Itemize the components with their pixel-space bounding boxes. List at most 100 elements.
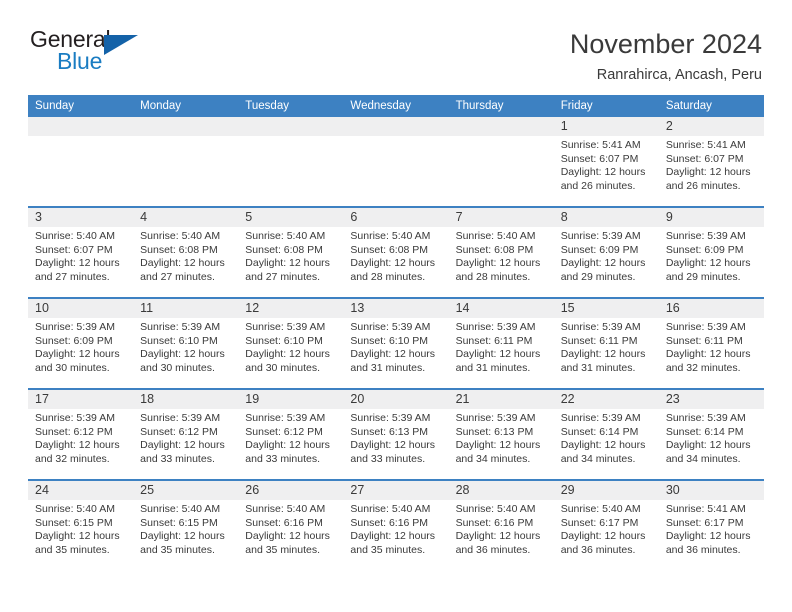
calendar-day-cell[interactable]: 19 Sunrise: 5:39 AM Sunset: 6:12 PM Dayligh… <box>238 390 344 479</box>
calendar-day-cell[interactable]: 8 Sunrise: 5:39 AM Sunset: 6:09 PM Daylight… <box>553 208 659 297</box>
daylight-text-line1: Daylight: 12 hours <box>350 439 436 451</box>
sunrise-text: Sunrise: 5:41 AM <box>665 503 746 515</box>
calendar-week-row: 10 Sunrise: 5:39 AM Sunset: 6:09 PM Dayligh… <box>28 297 764 388</box>
day-details: Sunrise: 5:39 AM Sunset: 6:10 PM Daylight:… <box>238 318 343 375</box>
calendar-day-cell[interactable]: 22 Sunrise: 5:39 AM Sunset: 6:14 PM Dayligh… <box>553 390 659 479</box>
daylight-text-line1: Daylight: 12 hours <box>35 348 120 360</box>
daylight-text-line2: and 31 minutes. <box>455 361 531 374</box>
calendar-day-cell[interactable]: 10 Sunrise: 5:39 AM Sunset: 6:09 PM Dayligh… <box>28 299 134 388</box>
calendar-day-cell[interactable]: 2 Sunrise: 5:41 AM Sunset: 6:07 PM Daylight… <box>658 117 764 206</box>
weekday-header-row: Sunday Monday Tuesday Wednesday Thursday… <box>28 95 764 117</box>
weekday-header-thursday: Thursday <box>455 100 504 112</box>
daylight-text-line1: Daylight: 12 hours <box>665 530 751 542</box>
weekday-header-friday: Friday <box>560 100 593 112</box>
day-details: Sunrise: 5:39 AM Sunset: 6:12 PM Daylight:… <box>28 409 133 466</box>
sunset-text: Sunset: 6:15 PM <box>35 516 113 529</box>
day-details: Sunrise: 5:39 AM Sunset: 6:14 PM Daylight:… <box>659 409 764 466</box>
calendar-day-cell[interactable]: 27 Sunrise: 5:40 AM Sunset: 6:16 PM Dayligh… <box>343 481 449 570</box>
day-details: Sunrise: 5:40 AM Sunset: 6:16 PM Daylight:… <box>449 500 554 557</box>
sunrise-text: Sunrise: 5:39 AM <box>35 412 115 424</box>
calendar-week-row: 3 Sunrise: 5:40 AM Sunset: 6:07 PM Daylight… <box>28 206 764 297</box>
sunset-text: Sunset: 6:12 PM <box>35 425 113 438</box>
calendar-day-cell[interactable]: 26 Sunrise: 5:40 AM Sunset: 6:16 PM Dayligh… <box>238 481 344 570</box>
day-number: 25 <box>133 481 239 500</box>
sunset-text: Sunset: 6:13 PM <box>350 425 429 438</box>
daylight-text-line1: Daylight: 12 hours <box>455 530 541 542</box>
calendar-day-cell[interactable]: 3 Sunrise: 5:40 AM Sunset: 6:07 PM Daylight… <box>28 208 134 297</box>
daylight-text-line2: and 30 minutes. <box>35 361 110 374</box>
calendar-day-cell[interactable]: 15 Sunrise: 5:39 AM Sunset: 6:11 PM Dayligh… <box>553 299 659 388</box>
sunrise-text: Sunrise: 5:41 AM <box>560 139 641 151</box>
day-number: 10 <box>28 299 134 318</box>
calendar-day-cell[interactable]: 6 Sunrise: 5:40 AM Sunset: 6:08 PM Daylight… <box>343 208 449 297</box>
calendar-day-cell[interactable]: 30 Sunrise: 5:41 AM Sunset: 6:17 PM Dayligh… <box>658 481 764 570</box>
daylight-text-line1: Daylight: 12 hours <box>560 348 646 360</box>
calendar-day-cell[interactable]: 5 Sunrise: 5:40 AM Sunset: 6:08 PM Daylight… <box>238 208 344 297</box>
calendar-day-cell[interactable]: 13 Sunrise: 5:39 AM Sunset: 6:10 PM Dayligh… <box>343 299 449 388</box>
daylight-text-line2: and 27 minutes. <box>140 270 215 283</box>
calendar-day-cell[interactable]: 17 Sunrise: 5:39 AM Sunset: 6:12 PM Dayligh… <box>28 390 134 479</box>
day-details: Sunrise: 5:39 AM Sunset: 6:10 PM Daylight:… <box>133 318 238 375</box>
calendar-day-cell[interactable]: 23 Sunrise: 5:39 AM Sunset: 6:14 PM Dayligh… <box>658 390 764 479</box>
sunset-text: Sunset: 6:09 PM <box>665 243 744 256</box>
weekday-header-saturday: Saturday <box>665 100 712 112</box>
day-number: 14 <box>448 299 554 318</box>
day-number: 26 <box>238 481 344 500</box>
sunrise-text: Sunrise: 5:39 AM <box>560 230 641 242</box>
sunset-text: Sunset: 6:10 PM <box>245 334 323 347</box>
calendar-day-cell[interactable]: 20 Sunrise: 5:39 AM Sunset: 6:13 PM Dayligh… <box>343 390 449 479</box>
daylight-text-line2: and 26 minutes. <box>665 179 741 192</box>
calendar-day-cell[interactable]: 9 Sunrise: 5:39 AM Sunset: 6:09 PM Daylight… <box>658 208 764 297</box>
day-number: 16 <box>658 299 764 318</box>
sunset-text: Sunset: 6:07 PM <box>665 152 744 165</box>
calendar-page: General Blue November 2024 Ranrahirca, A… <box>0 0 792 612</box>
daylight-text-line2: and 32 minutes. <box>35 452 110 465</box>
weekday-header-sunday: Sunday <box>35 100 75 112</box>
sunset-text: Sunset: 6:07 PM <box>560 152 639 165</box>
daylight-text-line2: and 35 minutes. <box>350 543 426 556</box>
daylight-text-line2: and 34 minutes. <box>560 452 636 465</box>
daylight-text-line2: and 35 minutes. <box>35 543 110 556</box>
day-number: 1 <box>553 117 659 136</box>
sunrise-text: Sunrise: 5:39 AM <box>140 321 221 333</box>
daylight-text-line1: Daylight: 12 hours <box>455 439 541 451</box>
calendar-day-cell[interactable]: 1 Sunrise: 5:41 AM Sunset: 6:07 PM Daylight… <box>553 117 659 206</box>
calendar-day-cell[interactable]: 7 Sunrise: 5:40 AM Sunset: 6:08 PM Daylight… <box>448 208 554 297</box>
calendar-day-cell-empty <box>448 117 554 206</box>
calendar-day-cell[interactable]: 12 Sunrise: 5:39 AM Sunset: 6:10 PM Dayligh… <box>238 299 344 388</box>
calendar-day-cell[interactable]: 24 Sunrise: 5:40 AM Sunset: 6:15 PM Dayligh… <box>28 481 134 570</box>
calendar-day-cell[interactable]: 16 Sunrise: 5:39 AM Sunset: 6:11 PM Dayligh… <box>658 299 764 388</box>
daylight-text-line2: and 31 minutes. <box>560 361 636 374</box>
calendar-day-cell-empty <box>28 117 134 206</box>
sunrise-text: Sunrise: 5:40 AM <box>455 503 536 515</box>
weekday-header-monday: Monday <box>140 100 182 112</box>
sunrise-text: Sunrise: 5:39 AM <box>350 321 431 333</box>
sunrise-text: Sunrise: 5:39 AM <box>560 321 641 333</box>
daylight-text-line2: and 28 minutes. <box>455 270 531 283</box>
sunset-text: Sunset: 6:08 PM <box>455 243 534 256</box>
calendar-day-cell[interactable]: 14 Sunrise: 5:39 AM Sunset: 6:11 PM Dayligh… <box>448 299 554 388</box>
weekday-header-wednesday: Wednesday <box>350 100 411 112</box>
day-details: Sunrise: 5:39 AM Sunset: 6:14 PM Daylight:… <box>554 409 659 466</box>
sunset-text: Sunset: 6:10 PM <box>140 334 218 347</box>
calendar-day-cell[interactable]: 4 Sunrise: 5:40 AM Sunset: 6:08 PM Daylight… <box>133 208 239 297</box>
day-number: 27 <box>343 481 449 500</box>
calendar-day-cell[interactable]: 29 Sunrise: 5:40 AM Sunset: 6:17 PM Dayligh… <box>553 481 659 570</box>
calendar-day-cell[interactable]: 18 Sunrise: 5:39 AM Sunset: 6:12 PM Dayligh… <box>133 390 239 479</box>
calendar-day-cell[interactable]: 25 Sunrise: 5:40 AM Sunset: 6:15 PM Dayligh… <box>133 481 239 570</box>
daylight-text-line2: and 35 minutes. <box>140 543 215 556</box>
calendar-day-cell[interactable]: 21 Sunrise: 5:39 AM Sunset: 6:13 PM Dayligh… <box>448 390 554 479</box>
day-details: Sunrise: 5:40 AM Sunset: 6:16 PM Daylight:… <box>343 500 448 557</box>
daylight-text-line1: Daylight: 12 hours <box>140 348 225 360</box>
brand-logo[interactable]: General Blue <box>30 26 150 78</box>
daylight-text-line1: Daylight: 12 hours <box>245 348 330 360</box>
page-title: November 2024 <box>569 29 762 59</box>
daylight-text-line1: Daylight: 12 hours <box>245 439 330 451</box>
calendar-day-cell[interactable]: 11 Sunrise: 5:39 AM Sunset: 6:10 PM Dayligh… <box>133 299 239 388</box>
calendar-day-cell[interactable]: 28 Sunrise: 5:40 AM Sunset: 6:16 PM Dayligh… <box>448 481 554 570</box>
daylight-text-line2: and 33 minutes. <box>350 452 426 465</box>
daylight-text-line1: Daylight: 12 hours <box>350 530 436 542</box>
day-number: 20 <box>343 390 449 409</box>
daylight-text-line1: Daylight: 12 hours <box>455 348 541 360</box>
daylight-text-line2: and 36 minutes. <box>665 543 741 556</box>
